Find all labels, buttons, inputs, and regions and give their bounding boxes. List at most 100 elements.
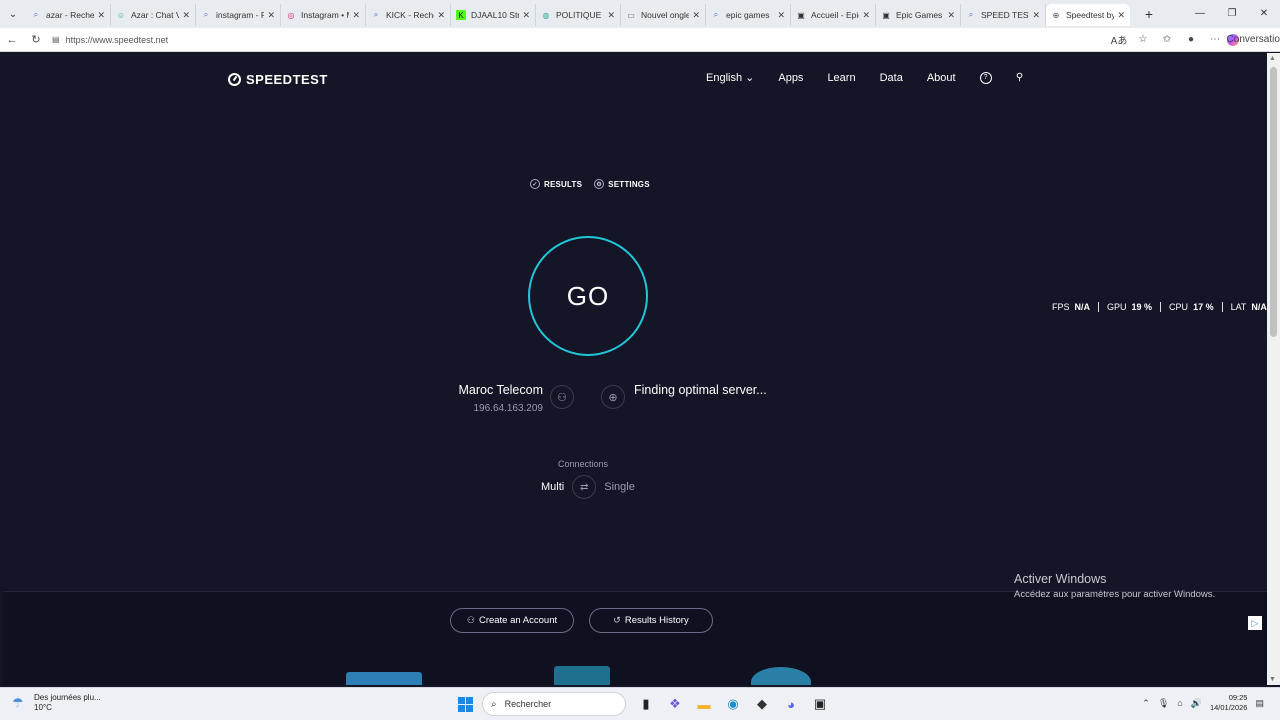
page-icon: ▭ [627,10,635,20]
promo-image [751,667,811,685]
close-tab-icon[interactable]: ✕ [1117,10,1125,21]
close-tab-icon[interactable]: ✕ [692,10,700,21]
close-tab-icon[interactable]: ✕ [437,10,445,21]
user-account-icon[interactable]: ⚲ [1014,72,1026,84]
more-menu-icon[interactable]: ⋯ [1203,30,1227,50]
notifications-icon[interactable]: ▤ [1255,698,1264,709]
volume-icon[interactable]: 🔊 [1191,698,1202,709]
create-account-button[interactable]: ⚇ Create an Account [450,608,574,633]
scroll-up-icon[interactable]: ▲ [1269,55,1276,62]
close-tab-icon[interactable]: ✕ [522,10,530,21]
browser-tab[interactable]: ⌕ azar - Recher ✕ [26,4,111,26]
browser-tab[interactable]: ▣ Accueil - Epic ✕ [791,4,876,26]
close-tab-icon[interactable]: ✕ [947,10,955,21]
tab-results-label: RESULTS [544,179,583,189]
browser-tab[interactable]: ⌕KICK - Recher✕ [366,4,451,26]
close-tab-icon[interactable]: ✕ [1032,10,1040,21]
browser-tab-active[interactable]: ⊕ Speedtest by ✕ [1046,4,1130,26]
microphone-icon[interactable]: 🎙 [1158,698,1169,709]
browser-tab[interactable]: K DJAAL10 Str ✕ [451,4,536,26]
nav-apps[interactable]: Apps [778,72,803,84]
language-selector[interactable]: English ⌄ [706,71,754,84]
ad-choices-icon[interactable]: ▷ [1248,616,1262,630]
nav-learn[interactable]: Learn [827,72,855,84]
scroll-down-icon[interactable]: ▼ [1269,676,1276,683]
server-status[interactable]: Finding optimal server... [634,383,767,397]
nav-about[interactable]: About [927,72,956,84]
browser-tab[interactable]: ▣ Epic Games ✕ [876,4,961,26]
close-tab-icon[interactable]: ✕ [352,10,360,21]
browser-tab[interactable]: ☺ Azar : Chat Vi ✕ [111,4,196,26]
address-bar: ← ↻ ▤ https://www.speedtest.net Aあ ☆ ✩ ●… [0,28,1280,52]
page-scrollbar[interactable]: ▲ ▼ [1267,53,1280,685]
new-tab-button[interactable]: + [1136,3,1162,25]
close-tab-icon[interactable]: ✕ [97,10,105,21]
page-footer-band: ⚇ Create an Account ↺ Results History [3,591,1267,685]
speedtest-logo[interactable]: SPEEDTEST [228,72,328,87]
results-history-button[interactable]: ↺ Results History [589,608,713,633]
network-icon[interactable]: ⌂ [1177,698,1182,708]
discord-icon[interactable]: ◕ [779,692,803,716]
search-icon: ⌕ [203,10,209,19]
connections-single[interactable]: Single [604,481,635,493]
nav-data[interactable]: Data [880,72,903,84]
favorites-icon[interactable]: ✩ [1155,30,1179,50]
history-icon: ↺ [613,615,621,625]
system-tray: ⌃ 🎙 ⌂ 🔊 09:25 14/01/2026 ▤ [1142,693,1272,713]
reload-button[interactable]: ↻ [24,28,48,52]
close-tab-icon[interactable]: ✕ [777,10,785,21]
profile-icon[interactable]: ● [1179,30,1203,50]
favorite-star-icon[interactable]: ☆ [1131,30,1155,50]
create-account-label: Create an Account [478,615,558,626]
copilot-button[interactable]: Conversation [1227,30,1280,50]
browser-tab[interactable]: ⌕ SPEED TEST ✕ [961,4,1046,26]
translate-icon[interactable]: Aあ [1107,30,1131,50]
go-button[interactable]: GO [528,236,648,356]
connections-multi[interactable]: Multi [541,481,564,493]
browser-tab[interactable]: ▭ Nouvel onglet ✕ [621,4,706,26]
copilot-taskbar-icon[interactable]: ❖ [663,692,687,716]
gpu-label: GPU [1107,302,1127,312]
weather-widget[interactable]: ☂ Des journées plu... 10°C [12,693,101,713]
minimize-icon[interactable]: — [1184,0,1216,26]
edge-browser-icon[interactable]: ◉ [721,692,745,716]
browser-tab[interactable]: ⌕ epic games ✕ [706,4,791,26]
tab-list-button[interactable]: ⌄ [0,0,26,28]
logo-text: SPEEDTEST [246,72,328,87]
site-info-icon[interactable]: ▤ [52,35,60,44]
clock[interactable]: 09:25 14/01/2026 [1210,693,1248,713]
start-button[interactable] [453,692,477,716]
restore-icon[interactable]: ❐ [1216,0,1248,26]
close-tab-icon[interactable]: ✕ [182,10,190,21]
tab-settings-label: SETTINGS [608,179,650,189]
close-tab-icon[interactable]: ✕ [267,10,275,21]
cpu-stat: CPU 17 % [1169,302,1223,312]
results-history-label: Results History [624,615,689,626]
url-field[interactable]: ▤ https://www.speedtest.net [52,30,1072,50]
time: 09:25 [1228,693,1248,702]
scrollbar-thumb[interactable] [1270,67,1277,337]
task-view-icon[interactable]: ▮ [634,692,658,716]
tab-settings[interactable]: ⚙ SETTINGS [594,179,650,189]
close-tab-icon[interactable]: ✕ [862,10,870,21]
close-window-icon[interactable]: ✕ [1248,0,1280,26]
date: 14/01/2026 [1209,703,1248,712]
app-icon[interactable]: ◆ [750,692,774,716]
back-button[interactable]: ← [0,28,24,52]
globe-icon[interactable]: ⊕ [601,385,625,409]
lat-stat: LAT N/A [1231,302,1267,312]
address-bar-actions: Aあ ☆ ✩ ● ⋯ Conversation [1107,30,1280,50]
gpu-value: 19 % [1131,302,1153,312]
epic-games-icon[interactable]: ▣ [808,692,832,716]
browser-tab[interactable]: ◎ Instagram • M ✕ [281,4,366,26]
file-explorer-icon[interactable]: ▬ [692,692,716,716]
taskbar-search[interactable]: ⌕ Rechercher [482,692,626,716]
browser-tab[interactable]: ◍POLITIQUE D✕ [536,4,621,26]
tab-results[interactable]: ✓ RESULTS [530,179,582,189]
tray-overflow-icon[interactable]: ⌃ [1142,698,1150,709]
cpu-label: CPU [1169,302,1189,312]
help-icon[interactable]: ? [979,71,992,84]
close-tab-icon[interactable]: ✕ [607,10,615,21]
connections-switch-icon[interactable]: ⇄ [572,475,597,499]
browser-tab[interactable]: ⌕ instagram - R ✕ [196,4,281,26]
